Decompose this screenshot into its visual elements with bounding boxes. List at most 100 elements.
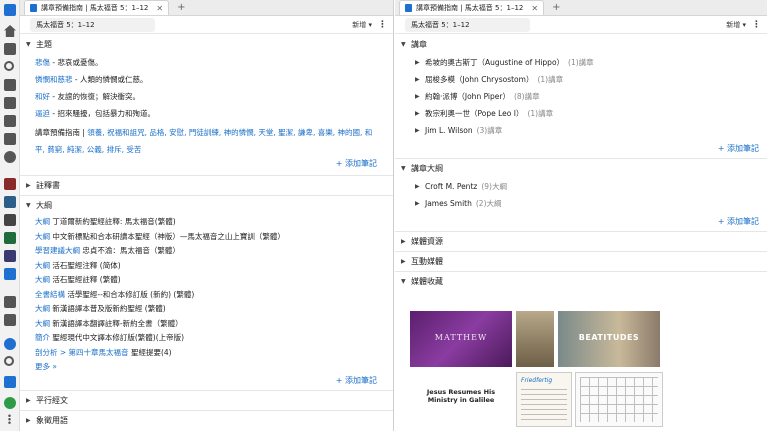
topic-links[interactable]: 平, 貧窮, 純潔, 公義, 排斥, 受苦	[35, 145, 141, 154]
copy-icon[interactable]	[4, 314, 16, 326]
section-theme[interactable]: ▼ 主題	[20, 34, 393, 54]
menu-icon[interactable]: ⋮	[752, 20, 761, 30]
tab-title: 講章預備指南 | 馬太福音 5：1–12	[416, 4, 524, 12]
tab-sermon-guide[interactable]: 講章預備指南 | 馬太福音 5：1–12 ✕	[399, 0, 545, 15]
home-icon[interactable]	[4, 25, 16, 37]
document-icon[interactable]	[4, 133, 16, 145]
sermon-author[interactable]: ▶ 希坡的奧古斯丁（Augustine of Hippo） (1)講章	[395, 54, 767, 71]
logo-icon[interactable]	[4, 4, 16, 16]
collapse-icon: ▶	[415, 127, 420, 134]
section-commentaries[interactable]: ▶ 註釋書	[20, 175, 393, 195]
section-title: 象徵用語	[36, 415, 68, 425]
theme-link[interactable]: 逼迫	[35, 109, 50, 118]
outline-item: 大綱 活石聖經註釋 (繁體)	[35, 275, 121, 284]
guide-icon	[405, 4, 412, 12]
section-title: 媒體收藏	[411, 277, 443, 286]
sermon-author[interactable]: ▶ 約翰·派博（John Piper） (8)講章	[395, 88, 767, 105]
theme-link[interactable]: 悲傷	[35, 58, 50, 67]
expand-icon: ▼	[26, 40, 31, 48]
outline-author[interactable]: ▶ Croft M. Pentz (9)大綱	[395, 178, 767, 195]
section-outlines[interactable]: ▼ 大綱	[20, 195, 393, 215]
media-thumbnail[interactable]: MATTHEW	[410, 311, 512, 367]
collapse-icon: ▶	[415, 59, 420, 66]
sermon-author[interactable]: ▶ 教宗利奧一世（Pope Leo I） (1)講章	[395, 105, 767, 122]
user-icon[interactable]	[4, 397, 16, 409]
new-button[interactable]: 新增 ▾	[726, 20, 746, 30]
add-note-button[interactable]: + 添加筆記	[395, 216, 767, 227]
checklist-icon[interactable]	[4, 115, 16, 127]
sync-icon[interactable]	[4, 338, 16, 350]
library-icon[interactable]	[4, 43, 16, 55]
compass-icon[interactable]	[4, 151, 16, 163]
theme-item: 憐憫和慈悲 - 人類的憐憫或仁慈。	[35, 75, 148, 84]
add-note-button[interactable]: + 添加筆記	[35, 375, 385, 386]
sermon-author[interactable]: ▶ 屈梭多模（John Chrysostom） (1)講章	[395, 71, 767, 88]
search-icon[interactable]	[4, 61, 14, 71]
reference-input[interactable]: 馬太福音 5：1–12	[405, 17, 530, 32]
topic-links[interactable]: 領養, 祝福和詛咒, 品格, 安慰, 門徒訓練, 神的憐憫, 天堂, 聖潔, 謙…	[87, 128, 372, 137]
section-figurative[interactable]: ▶ 象徵用語	[20, 409, 393, 430]
theme-link[interactable]: 和好	[35, 92, 50, 101]
book-cover-icon[interactable]	[4, 232, 16, 244]
collapse-icon: ▶	[26, 416, 31, 424]
outline-item: 學習建議大綱 忠貞不渝：馬太福音（繁體）	[35, 246, 180, 255]
add-tab-icon[interactable]: +	[177, 2, 185, 13]
more-link[interactable]: 更多 »	[35, 360, 385, 375]
tab-sermon-guide[interactable]: 講章預備指南 | 馬太福音 5：1–12 ✕	[24, 0, 170, 15]
add-note-button[interactable]: + 添加筆記	[35, 158, 385, 169]
layouts-icon[interactable]	[4, 296, 16, 308]
media-thumbnail[interactable]	[575, 372, 663, 427]
book-cover-icon[interactable]	[4, 196, 16, 208]
media-thumbnail[interactable]: BEATITUDES	[558, 311, 660, 367]
more-icon[interactable]	[8, 414, 11, 424]
collapse-icon: ▶	[401, 258, 406, 265]
section-sermons[interactable]: ▼ 講章	[395, 34, 767, 54]
book-cover-icon[interactable]	[4, 214, 16, 226]
outline-item: 大綱 新漢語譯本翻譯註釋-新約全書（繁體）	[35, 318, 183, 328]
media-thumbnail[interactable]: Jesus Resumes His Ministry in Galilee	[410, 372, 512, 427]
expand-icon: ▼	[401, 278, 406, 285]
book-cover-icon[interactable]	[4, 268, 16, 280]
cart-icon[interactable]	[4, 376, 16, 388]
section-title: 大綱	[36, 201, 52, 210]
close-icon[interactable]: ✕	[156, 4, 163, 13]
theme-list: 悲傷 - 悲哀或憂傷。 憐憫和慈悲 - 人類的憐憫或仁慈。 和好 - 友誼的恢復…	[20, 54, 393, 169]
expand-icon: ▼	[401, 165, 406, 172]
right-pane: 講章預備指南 | 馬太福音 5：1–12 ✕ + 馬太福音 5：1–12 新增 …	[395, 0, 767, 431]
section-title: 講章	[411, 39, 427, 49]
collapse-icon: ▶	[415, 200, 420, 207]
sermon-list: ▶ 希坡的奧古斯丁（Augustine of Hippo） (1)講章 ▶ 屈梭多模（…	[395, 54, 767, 154]
outline-author[interactable]: ▶ James Smith (2)大綱	[395, 195, 767, 212]
section-sermon-outlines[interactable]: ▼ 講章大綱	[395, 158, 767, 178]
section-media-collection[interactable]: ▼ 媒體收藏	[395, 271, 767, 291]
book-cover-icon[interactable]	[4, 250, 16, 262]
outline-item: 簡介 聖經現代中文譯本修訂版(繁體)(上帝版)	[35, 333, 185, 342]
close-icon[interactable]: ✕	[531, 4, 538, 13]
sermon-outline-list: ▶ Croft M. Pentz (9)大綱 ▶ James Smith (2)大綱 +…	[395, 178, 767, 227]
media-gallery: MATTHEW BEATITUDES Jesus Resumes His Mini…	[410, 311, 766, 431]
help-icon[interactable]	[4, 356, 14, 366]
section-media-resources[interactable]: ▶ 媒體資源	[395, 231, 767, 251]
bible-icon[interactable]	[4, 79, 16, 91]
outline-item: 大綱 中文新標點和合本研讀本聖經（神版）—馬太福音之山上寶訓（繁體）	[35, 231, 285, 241]
theme-link[interactable]: 憐憫和慈悲	[35, 75, 73, 84]
book-cover-icon[interactable]	[4, 178, 16, 190]
collapse-icon: ▶	[415, 93, 420, 100]
new-button[interactable]: 新增 ▾	[352, 20, 372, 30]
guide-topics-cont: 平, 貧窮, 純潔, 公義, 排斥, 受苦	[35, 141, 385, 158]
media-thumbnail[interactable]: Friedfertig	[516, 372, 572, 427]
notes-icon[interactable]	[4, 97, 16, 109]
outline-item: 大綱 活石聖經注釋 (简体)	[35, 260, 121, 270]
add-note-button[interactable]: + 添加筆記	[395, 143, 767, 154]
menu-icon[interactable]: ⋮	[378, 20, 387, 30]
outline-item: 大綱 新漢語譯本普及版新約聖經 (繁體)	[35, 304, 166, 313]
section-interactive-media[interactable]: ▶ 互動媒體	[395, 251, 767, 271]
section-title: 媒體資源	[411, 237, 443, 246]
collapse-icon: ▶	[401, 238, 406, 245]
toolbar: 馬太福音 5：1–12 新增 ▾ ⋮	[20, 16, 393, 34]
media-thumbnail[interactable]	[516, 311, 554, 367]
add-tab-icon[interactable]: +	[552, 2, 560, 13]
reference-input[interactable]: 馬太福音 5：1–12	[30, 17, 155, 32]
section-parallel[interactable]: ▶ 平行經文	[20, 389, 393, 410]
sermon-author[interactable]: ▶ Jim L. Wilson (3)講章	[395, 122, 767, 139]
